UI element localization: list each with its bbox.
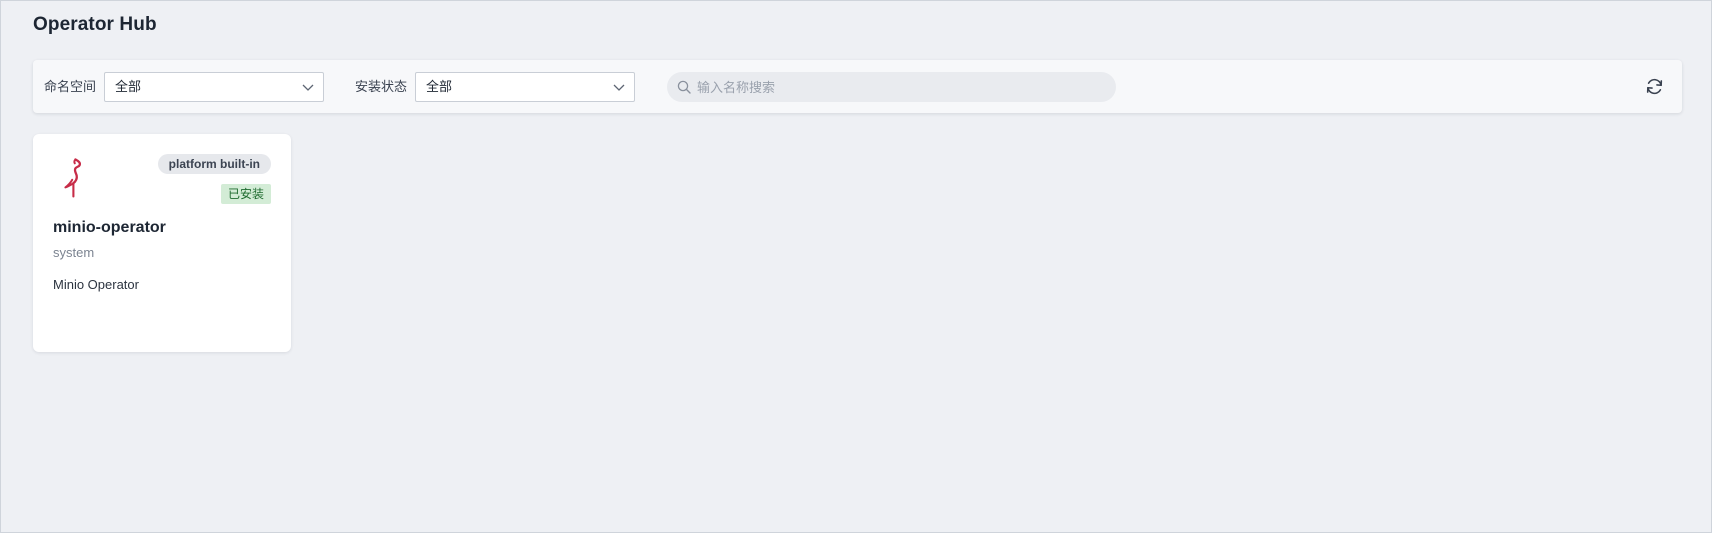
operator-namespace: system — [53, 245, 95, 260]
operator-card[interactable]: platform built-in 已安装 minio-operator sys… — [33, 134, 291, 352]
search-box[interactable] — [667, 72, 1116, 102]
chevron-down-icon — [302, 84, 314, 91]
page-title: Operator Hub — [33, 14, 157, 35]
chevron-down-icon — [613, 84, 625, 91]
operator-description: Minio Operator — [53, 277, 139, 292]
refresh-icon[interactable] — [1644, 76, 1665, 97]
namespace-select-value: 全部 — [115, 79, 142, 94]
namespace-label: 命名空间 — [44, 79, 97, 94]
search-icon — [677, 80, 691, 94]
platform-built-in-badge: platform built-in — [157, 154, 271, 174]
minio-logo-icon — [64, 158, 82, 198]
operator-name: minio-operator — [53, 219, 166, 236]
installed-status-badge: 已安装 — [220, 184, 271, 204]
search-input[interactable] — [697, 72, 1097, 102]
namespace-select[interactable]: 全部 — [104, 72, 324, 102]
install-status-select-value: 全部 — [426, 79, 453, 94]
install-status-select[interactable]: 全部 — [415, 72, 635, 102]
filter-toolbar: 命名空间 全部 安装状态 全部 — [33, 60, 1682, 113]
install-status-label: 安装状态 — [355, 79, 408, 94]
